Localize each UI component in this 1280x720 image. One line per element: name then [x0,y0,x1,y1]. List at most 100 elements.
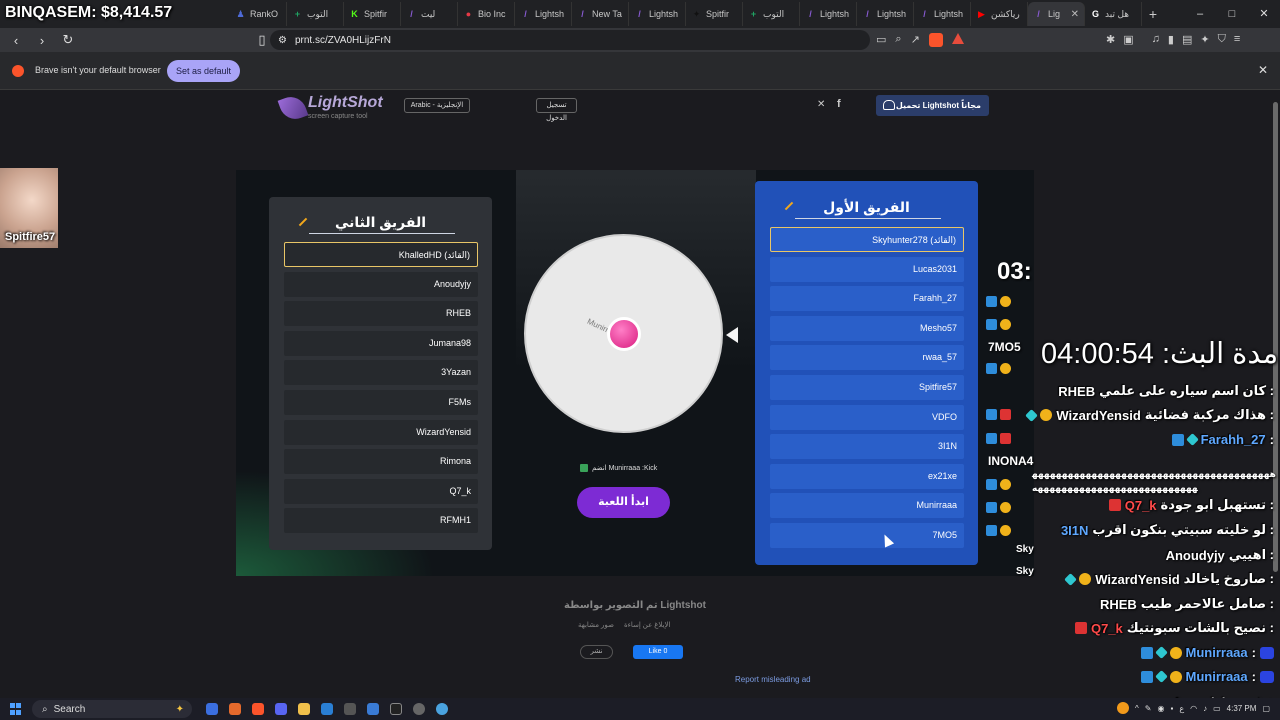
obs-app-icon[interactable] [413,703,425,715]
browser-tab[interactable]: ▶ رياكشن [971,2,1028,26]
windows-start-icon[interactable] [10,703,22,715]
browser-tab[interactable]: / Lightsh [857,2,914,26]
volume-icon[interactable]: ♪ [1203,704,1207,713]
facebook-icon[interactable]: f [837,98,841,110]
browser-tab[interactable]: ♟ RankO [230,2,287,26]
player-row[interactable]: Q7_k [284,478,478,504]
wheel-center-button[interactable] [607,317,641,351]
player-row[interactable]: RHEB [284,301,478,327]
leo-icon[interactable]: ✦ [1200,33,1209,46]
browser-tab[interactable]: / Lightsh [800,2,857,26]
captain-row[interactable]: Skyhunter278 (القائد) [770,227,964,252]
cast-icon[interactable]: ▭ [876,33,886,47]
minimize-button[interactable]: – [1184,0,1216,28]
tray-app-icon[interactable]: ▪ [1170,704,1173,713]
facebook-like-button[interactable]: Like 0 [633,645,683,659]
close-tab-icon[interactable]: ✕ [1071,9,1079,20]
twitter-icon[interactable]: ✕ [817,99,825,110]
browser-tab[interactable]: K Spitfir [344,2,401,26]
report-abuse-link[interactable]: الإبلاغ عن إساءة [624,621,671,629]
x-share-button[interactable]: نشر [580,645,613,659]
player-row[interactable]: 3Yazan [284,360,478,386]
login-button[interactable]: تسجيل الدخول [536,98,577,122]
player-row[interactable]: Rimona [284,449,478,475]
player-row[interactable]: rwaa_57 [770,345,964,371]
wallet-icon[interactable]: ▤ [1182,33,1192,46]
browser-tab[interactable]: + التوب [287,2,344,26]
browser-tab[interactable]: / New Ta [572,2,629,26]
spin-wheel[interactable]: Munirraaa [524,234,723,433]
menu-icon[interactable]: ≡ [1234,33,1240,46]
player-row[interactable]: VDFO [770,404,964,430]
set-default-button[interactable]: Set as default [167,60,240,82]
kick-checkbox[interactable]: انضم Munirraaa :Kick [580,464,657,472]
browser-tab[interactable]: ✦ Spitfir [686,2,743,26]
zoom-icon[interactable]: ⌕ [895,33,901,47]
vpn-icon[interactable]: ⛉ [1218,33,1226,46]
captain-row[interactable]: KhalledHD (القائد) [284,242,478,267]
tray-app-icon[interactable]: ✎ [1145,704,1152,713]
browser-tab[interactable]: / ليت [401,2,458,26]
player-row[interactable]: Jumana98 [284,330,478,356]
discord-app-icon[interactable] [275,703,287,715]
forward-icon[interactable]: › [32,33,52,48]
browser-tab[interactable]: / Lig ✕ [1028,2,1085,26]
browser-tab[interactable]: / Lightsh [515,2,572,26]
app-icon[interactable] [367,703,379,715]
wifi-icon[interactable]: ◠ [1190,704,1197,713]
player-row[interactable]: RFMH1 [284,508,478,534]
player-row[interactable]: 3I1N [770,434,964,460]
screenshot-icon[interactable]: ▣ [1123,33,1133,46]
sidebar-icon[interactable]: ▮ [1168,33,1174,46]
player-row[interactable]: ex21xe [770,463,964,489]
maximize-button[interactable]: □ [1216,0,1248,28]
player-row[interactable]: WizardYensid [284,419,478,445]
player-row[interactable]: Mesho57 [770,315,964,341]
start-game-button[interactable]: ابدأ اللعبة [577,487,670,518]
browser-tab[interactable]: ● Bio Inc [458,2,515,26]
language-indicator[interactable]: ع [1179,704,1184,713]
weather-icon[interactable] [1117,702,1130,714]
browser-tab[interactable]: G هل تبد [1085,2,1142,26]
player-row[interactable]: Munirraaa [770,493,964,519]
app-icon[interactable] [344,703,356,715]
close-icon[interactable]: ✕ [1258,63,1268,77]
browser-tab[interactable]: + التوب [743,2,800,26]
file-explorer-icon[interactable] [298,703,310,715]
taskbar-search[interactable]: ⌕ Search ✦ [32,700,192,718]
player-row[interactable]: Lucas2031 [770,256,964,282]
download-button[interactable]: تحميل Lightshot مجاناً [876,95,989,116]
similar-images-link[interactable]: صور مشابهة [578,621,614,629]
player-row[interactable]: Farahh_27 [770,286,964,312]
player-row[interactable]: 7MO5 [770,523,964,548]
media-icon[interactable]: ♫ [1152,33,1160,46]
battery-icon[interactable]: ▭ [1213,704,1221,713]
site-info-icon[interactable]: ⚙ [278,35,287,46]
back-icon[interactable]: ‹ [6,33,26,48]
url-field[interactable]: ⚙ prnt.sc/ZVA0HLijzFrN [270,30,870,50]
browser-tab[interactable]: / Lightsh [914,2,971,26]
extensions-icon[interactable]: ✱ [1106,33,1115,46]
copilot-app-icon[interactable] [206,703,218,715]
report-ad-link[interactable]: Report misleading ad [735,675,811,684]
bookmark-icon[interactable]: ▯ [252,32,272,48]
share-icon[interactable]: ↗ [911,33,920,47]
reload-icon[interactable]: ↻ [58,32,78,48]
app-icon[interactable] [229,703,241,715]
language-select[interactable]: Arabic - الإنجليزية [404,98,470,113]
player-row[interactable]: Anoudyjy [284,271,478,297]
brave-rewards-icon[interactable] [951,33,964,44]
player-row[interactable]: F5Ms [284,390,478,415]
close-window-button[interactable]: ✕ [1248,0,1280,28]
notifications-icon[interactable]: ▢ [1262,704,1270,713]
capcut-app-icon[interactable] [390,703,402,715]
tray-app-icon[interactable]: ◉ [1157,704,1164,713]
clock[interactable]: 4:37 PM [1227,704,1257,713]
app-icon[interactable] [436,703,448,715]
tray-chevron-icon[interactable]: ^ [1135,704,1139,713]
brave-shields-icon[interactable] [928,33,943,47]
player-row[interactable]: Spitfire57 [770,375,964,400]
new-tab-button[interactable]: + [1142,6,1164,22]
browser-tab[interactable]: / Lightsh [629,2,686,26]
app-icon[interactable] [321,703,333,715]
